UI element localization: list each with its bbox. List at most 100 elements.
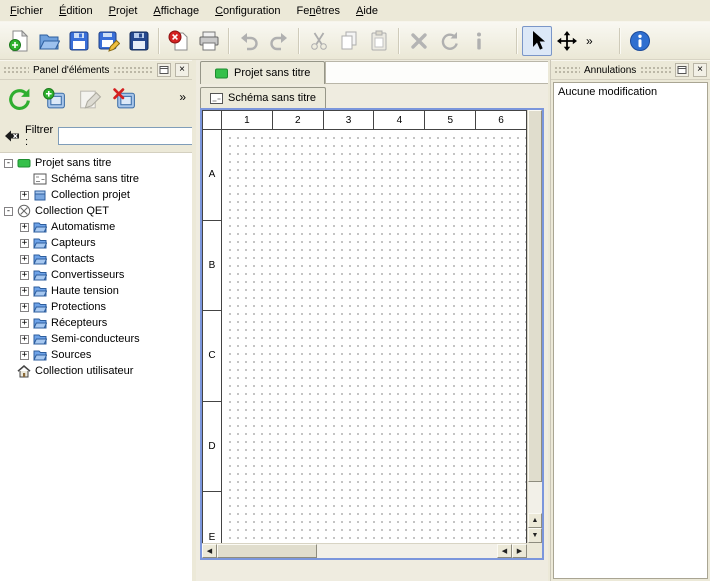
filter-input[interactable] — [58, 127, 208, 145]
delete-button[interactable] — [404, 26, 434, 56]
tree-item-sources[interactable]: + Sources — [0, 347, 192, 363]
edit-element-button[interactable] — [73, 83, 105, 115]
panel-toolbar-overflow-button[interactable]: » — [175, 90, 190, 104]
tab-projet-sans-titre[interactable]: Projet sans titre — [200, 61, 325, 84]
tree-item-haute-tension[interactable]: + Haute tension — [0, 283, 192, 299]
dock-grip[interactable] — [554, 66, 580, 74]
redo-button[interactable] — [264, 26, 294, 56]
vertical-scroll-track[interactable] — [528, 482, 542, 513]
cut-button[interactable] — [304, 26, 334, 56]
close-dock-button[interactable]: × — [175, 63, 189, 77]
copy-button[interactable] — [334, 26, 364, 56]
menu-fenetres[interactable]: Fenêtres — [289, 1, 348, 21]
info-button[interactable] — [464, 26, 494, 56]
expand-icon[interactable]: + — [20, 351, 29, 360]
scroll-down-button[interactable]: ▼ — [528, 528, 542, 543]
ruler-row-label: A — [203, 130, 221, 221]
close-dock-button[interactable]: × — [693, 63, 707, 77]
schema-sheet[interactable]: 1 2 3 4 5 6 A B C D E — [202, 110, 527, 543]
collapse-icon[interactable]: - — [4, 159, 13, 168]
undo-history-list[interactable]: Aucune modification — [553, 82, 708, 579]
drawing-grid[interactable] — [223, 131, 526, 543]
menu-aide[interactable]: Aide — [348, 1, 386, 21]
tree-item-semi-conducteurs[interactable]: + Semi-conducteurs — [0, 331, 192, 347]
new-element-button[interactable] — [38, 83, 70, 115]
elements-tree[interactable]: - Projet sans titre Schéma sans titre + … — [0, 152, 192, 581]
open-file-button[interactable] — [34, 26, 64, 56]
scroll-up-button[interactable]: ▲ — [528, 513, 542, 528]
dock-grip[interactable] — [113, 66, 153, 74]
undo-button[interactable] — [234, 26, 264, 56]
tab-schema-sans-titre[interactable]: Schéma sans titre — [200, 87, 326, 108]
save-button[interactable] — [64, 26, 94, 56]
scroll-left-button-2[interactable]: ◀ — [497, 544, 512, 558]
folder-icon — [33, 316, 47, 330]
move-tool-button[interactable] — [552, 26, 582, 56]
expand-icon[interactable]: + — [20, 223, 29, 232]
expand-icon[interactable]: + — [20, 191, 29, 200]
menu-configuration[interactable]: Configuration — [207, 1, 288, 21]
folder-icon — [33, 268, 47, 282]
close-file-button[interactable] — [164, 26, 194, 56]
dock-grip[interactable] — [640, 66, 671, 74]
menu-fichier[interactable]: Fichier — [2, 1, 51, 21]
scroll-right-button[interactable]: ▶ — [512, 544, 527, 558]
vertical-scrollbar[interactable]: ▲ ▼ — [527, 110, 542, 543]
folder-icon — [33, 332, 47, 346]
tree-item-automatisme[interactable]: + Automatisme — [0, 219, 192, 235]
project-collection-icon — [33, 188, 47, 202]
float-dock-button[interactable] — [675, 63, 689, 77]
tree-item-contacts[interactable]: + Contacts — [0, 251, 192, 267]
tree-item-protections[interactable]: + Protections — [0, 299, 192, 315]
menu-edition[interactable]: Édition — [51, 1, 101, 21]
print-button[interactable] — [194, 26, 224, 56]
save-as-icon — [98, 30, 120, 52]
tree-item-capteurs[interactable]: + Capteurs — [0, 235, 192, 251]
tree-item-label: Sources — [51, 349, 91, 361]
tree-item-recepteurs[interactable]: + Récepteurs — [0, 315, 192, 331]
tree-item-projet-sans-titre[interactable]: - Projet sans titre — [0, 155, 192, 171]
schema-viewport[interactable]: 1 2 3 4 5 6 A B C D E — [202, 110, 527, 543]
collapse-icon[interactable]: - — [4, 207, 13, 216]
save-all-button[interactable] — [124, 26, 154, 56]
expand-icon[interactable]: + — [20, 239, 29, 248]
expand-icon[interactable]: + — [20, 271, 29, 280]
delete-icon — [408, 30, 430, 52]
horizontal-scrollbar[interactable]: ◀ ◀ ▶ — [202, 543, 527, 558]
tree-item-collection-qet[interactable]: - Collection QET — [0, 203, 192, 219]
select-tool-button[interactable] — [522, 26, 552, 56]
horizontal-scroll-track[interactable] — [317, 544, 497, 558]
about-info-icon — [629, 30, 651, 52]
tree-item-convertisseurs[interactable]: + Convertisseurs — [0, 267, 192, 283]
expand-icon[interactable]: + — [20, 335, 29, 344]
expand-icon[interactable]: + — [20, 287, 29, 296]
menu-projet[interactable]: Projet — [101, 1, 146, 21]
reload-collections-button[interactable] — [3, 83, 35, 115]
home-icon — [17, 364, 31, 378]
horizontal-scroll-thumb[interactable] — [217, 544, 317, 558]
tree-item-collection-projet[interactable]: + Collection projet — [0, 187, 192, 203]
about-button[interactable] — [625, 26, 655, 56]
expand-icon[interactable]: + — [20, 319, 29, 328]
delete-element-button[interactable] — [108, 83, 140, 115]
scroll-left-button[interactable]: ◀ — [202, 544, 217, 558]
paste-button[interactable] — [364, 26, 394, 56]
new-file-button[interactable] — [4, 26, 34, 56]
workspace: Projet sans titre Schéma sans titre 1 2 … — [196, 60, 548, 581]
dock-grip[interactable] — [3, 66, 29, 74]
rotate-button[interactable] — [434, 26, 464, 56]
tree-item-schema-sans-titre[interactable]: Schéma sans titre — [0, 171, 192, 187]
clear-filter-icon[interactable] — [4, 128, 20, 144]
reload-icon — [7, 87, 32, 112]
elements-panel-titlebar[interactable]: Panel d'éléments × — [0, 60, 192, 80]
expand-icon[interactable]: + — [20, 255, 29, 264]
save-as-button[interactable] — [94, 26, 124, 56]
expand-icon[interactable]: + — [20, 303, 29, 312]
vertical-scroll-thumb[interactable] — [528, 110, 542, 482]
tree-item-label: Haute tension — [51, 285, 119, 297]
undo-panel-titlebar[interactable]: Annulations × — [551, 60, 710, 80]
float-dock-button[interactable] — [157, 63, 171, 77]
toolbar-overflow-button[interactable]: » — [582, 34, 597, 48]
menu-affichage[interactable]: Affichage — [145, 1, 207, 21]
tree-item-collection-utilisateur[interactable]: Collection utilisateur — [0, 363, 192, 379]
